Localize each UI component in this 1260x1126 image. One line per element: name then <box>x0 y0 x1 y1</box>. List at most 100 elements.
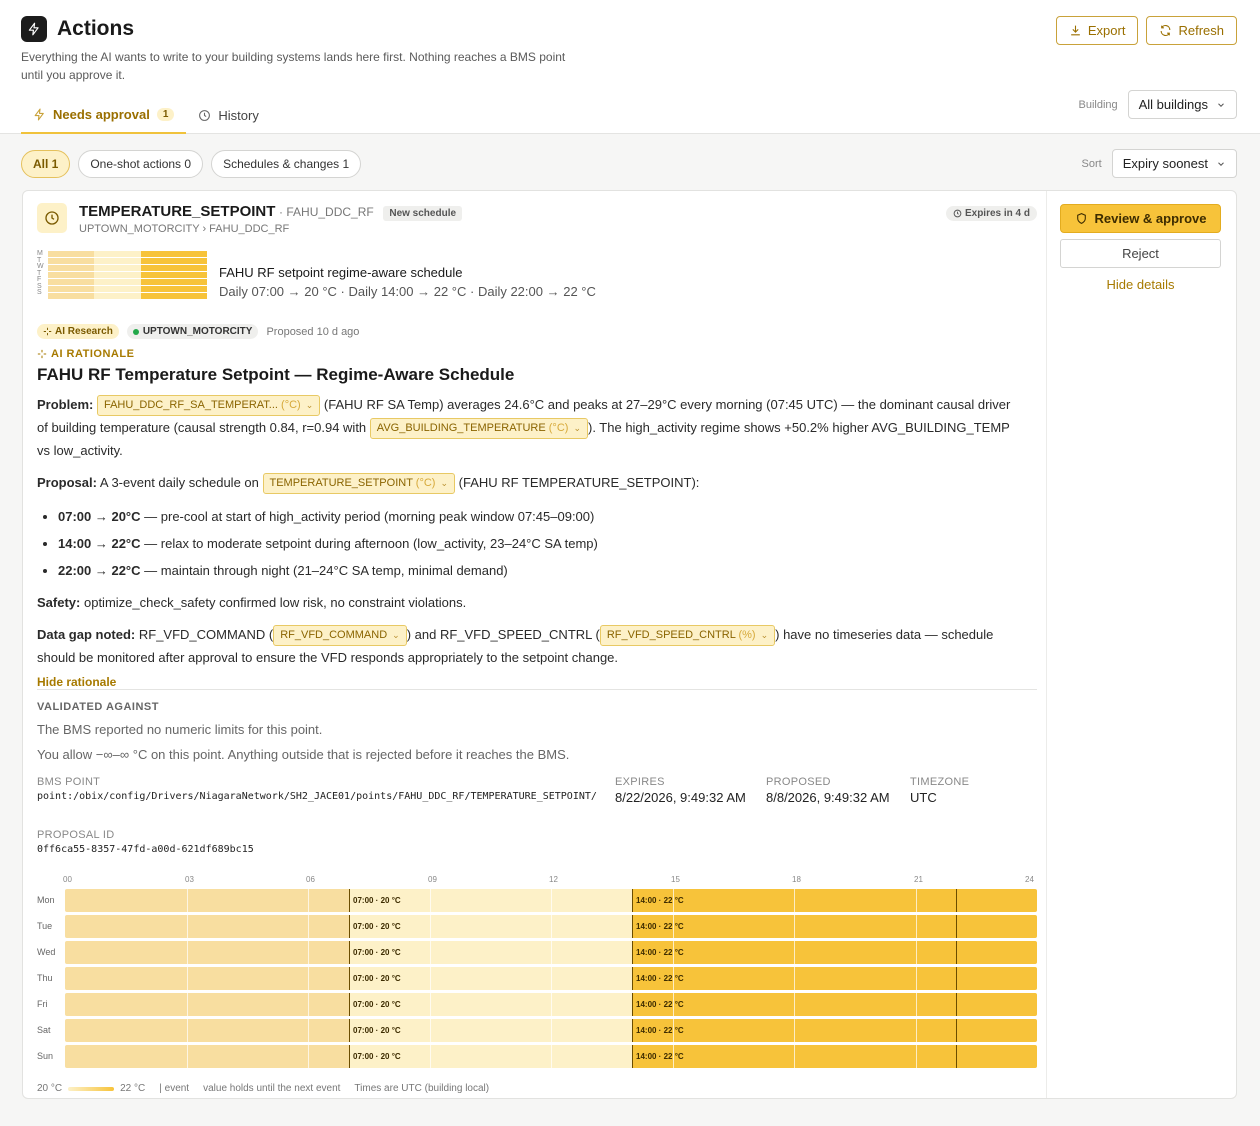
day-track: 07:00 · 20 °C 14:00 · 22 °C <box>65 940 1037 964</box>
tab-needs-approval[interactable]: Needs approval 1 <box>21 98 187 134</box>
expires-badge-text: Expires in 4 d <box>964 208 1030 219</box>
legend-event: | event <box>159 1083 190 1094</box>
chevron-down-icon: ⌄ <box>573 423 581 434</box>
schedule-segment[interactable] <box>956 940 1037 964</box>
hide-rationale-link[interactable]: Hide rationale <box>37 671 1022 694</box>
event-marker <box>956 1044 957 1068</box>
building-select[interactable]: All buildings <box>1127 90 1237 119</box>
proposed-value: 8/8/2026, 9:49:32 AM <box>766 790 890 805</box>
expires-value: 8/22/2026, 9:49:32 AM <box>615 790 746 805</box>
mini-segment <box>193 293 207 299</box>
tab-history[interactable]: History <box>186 98 270 132</box>
refresh-button[interactable]: Refresh <box>1146 16 1237 45</box>
ai-research-tag: AI Research <box>37 324 119 339</box>
action-card: TEMPERATURE_SETPOINT · FAHU_DDC_RF New s… <box>22 190 1237 1099</box>
timezone-meta: TIMEZONE UTC <box>910 776 969 805</box>
mini-row <box>47 286 207 292</box>
point-pill[interactable]: TEMPERATURE_SETPOINT (°C) ⌄ <box>262 473 456 495</box>
day-label: Sun <box>37 1051 54 1061</box>
schedule-segment[interactable] <box>956 888 1037 912</box>
safety-paragraph: Safety: optimize_check_safety confirmed … <box>37 591 1022 614</box>
review-approve-button[interactable]: Review & approve <box>1060 204 1221 233</box>
grid-line <box>794 888 795 912</box>
hour-tick: 24 <box>1025 875 1034 884</box>
building-tag-label: UPTOWN_MOTORCITY <box>142 326 253 337</box>
reject-label: Reject <box>1122 246 1159 261</box>
filter-all[interactable]: All 1 <box>21 150 71 178</box>
validated-text-1: The BMS reported no numeric limits for t… <box>37 722 323 737</box>
datagap-paragraph: Data gap noted: RF_VFD_COMMAND (RF_VFD_C… <box>37 623 1022 669</box>
mini-rows <box>47 251 207 299</box>
held-segment <box>65 888 349 912</box>
point-pill[interactable]: RF_VFD_SPEED_CNTRL (%) ⌄ <box>599 625 776 647</box>
pill-unit: (°C) <box>281 399 301 412</box>
event-label: 14:00 · 22 °C <box>636 999 684 1009</box>
export-button[interactable]: Export <box>1055 16 1139 45</box>
event-label: 14:00 · 22 °C <box>636 947 684 957</box>
grid-line <box>308 966 309 990</box>
held-segment <box>65 1044 349 1068</box>
grid-line <box>794 992 795 1016</box>
mini-segment <box>47 258 94 264</box>
point-pill[interactable]: AVG_BUILDING_TEMPERATURE (°C) ⌄ <box>369 418 588 440</box>
grid-line <box>308 992 309 1016</box>
point-pill[interactable]: FAHU_DDC_RF_SA_TEMPERAT... (°C) ⌄ <box>96 395 321 417</box>
tag-row: AI Research UPTOWN_MOTORCITY Proposed 10… <box>37 324 359 339</box>
schedule-segment[interactable] <box>956 1018 1037 1042</box>
sort-value: Expiry soonest <box>1122 156 1208 171</box>
grid-line <box>430 888 431 912</box>
grid-line <box>794 1044 795 1068</box>
hour-tick: 06 <box>306 875 315 884</box>
hide-details-link[interactable]: Hide details <box>1060 277 1221 292</box>
event-marker <box>956 966 957 990</box>
mini-segment <box>140 251 194 257</box>
reject-button[interactable]: Reject <box>1060 239 1221 268</box>
mini-day-label: S <box>37 289 42 296</box>
mini-row <box>47 251 207 257</box>
filter-schedules[interactable]: Schedules & changes 1 <box>211 150 362 178</box>
hour-tick: 21 <box>914 875 923 884</box>
page-title: Actions <box>57 17 135 40</box>
schedule-segment[interactable] <box>956 1044 1037 1068</box>
grid-line <box>430 940 431 964</box>
hour-tick: 03 <box>185 875 194 884</box>
expires-meta: EXPIRES 8/22/2026, 9:49:32 AM <box>615 776 746 805</box>
schedule-segment[interactable] <box>956 914 1037 938</box>
grid-line <box>430 914 431 938</box>
building-value: All buildings <box>1138 97 1208 112</box>
shield-icon <box>1076 213 1086 224</box>
grid-line <box>551 966 552 990</box>
grid-line <box>551 1018 552 1042</box>
pill-text: RF_VFD_COMMAND <box>280 629 388 642</box>
event-label: 07:00 · 20 °C <box>353 921 401 931</box>
schedule-segment[interactable] <box>956 992 1037 1016</box>
sort-label: Sort <box>1081 157 1102 170</box>
status-dot <box>132 328 139 335</box>
weekly-schedule-grid: 00 03 06 09 12 15 18 21 24 Mon 07:00 · 20 °C 14:00… <box>37 875 1037 1069</box>
chevron-down-icon <box>1218 161 1224 166</box>
schedule-segment[interactable] <box>956 966 1037 990</box>
point-pill[interactable]: RF_VFD_COMMAND ⌄ <box>273 625 407 647</box>
pill-text: FAHU_DDC_RF_SA_TEMPERAT... <box>103 399 278 412</box>
card-actions: Review & approve Reject Hide details <box>1046 191 1236 1098</box>
download-icon <box>1071 25 1080 36</box>
mini-segment <box>193 286 207 292</box>
event-label: 07:00 · 20 °C <box>353 1051 401 1061</box>
event-label: 14:00 · 22 °C <box>636 921 684 931</box>
grid-line <box>916 914 917 938</box>
hour-tick: 09 <box>428 875 437 884</box>
mini-segment <box>93 279 141 285</box>
chevron-down-icon <box>1218 102 1224 107</box>
approve-label: Review & approve <box>1094 211 1207 226</box>
mini-row <box>47 258 207 264</box>
day-label: Thu <box>37 973 53 983</box>
rationale-body: Problem: FAHU_DDC_RF_SA_TEMPERAT... (°C)… <box>37 393 1022 694</box>
mini-segment <box>47 251 94 257</box>
mini-schedule: MTWTFSS <box>37 250 207 299</box>
day-label: Mon <box>37 895 55 905</box>
filter-one-shot[interactable]: One-shot actions 0 <box>78 150 204 178</box>
legend-gradient <box>68 1086 115 1091</box>
sort-select[interactable]: Expiry soonest <box>1111 149 1237 178</box>
grid-line <box>187 1044 188 1068</box>
mini-segment <box>47 279 94 285</box>
